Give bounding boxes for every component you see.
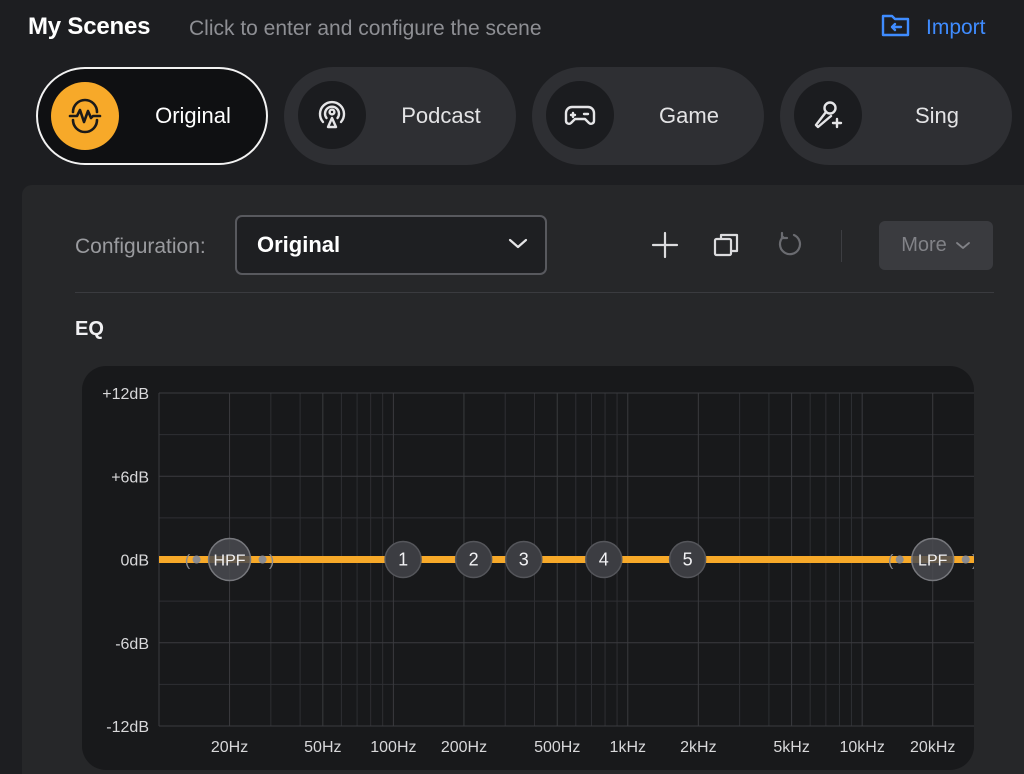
configuration-select[interactable]: Original <box>235 215 547 275</box>
eq-node-hpf[interactable]: () HPF <box>185 537 274 582</box>
import-label: Import <box>926 16 986 39</box>
app-window: My Scenes Click to enter and configure t… <box>0 0 1024 774</box>
eq-node-label: 5 <box>683 550 693 570</box>
scene-tab-label: Original <box>155 103 231 128</box>
eq-graph-canvas[interactable]: +12dB +6dB 0dB -6dB -12dB 20Hz 50Hz 100Hz 200Hz… <box>82 366 974 770</box>
eq-y-tick-label: +12dB <box>102 386 149 403</box>
eq-node-label: 2 <box>469 550 479 570</box>
toolbar-divider <box>841 230 842 262</box>
scene-tab-label: Podcast <box>401 103 481 128</box>
gamepad-icon <box>546 81 614 149</box>
eq-y-tick-label: +6dB <box>111 469 149 486</box>
scene-config-panel: Configuration: Original More EQ +12dB +6… <box>22 185 1024 774</box>
eq-node-bracket: ( <box>888 553 894 570</box>
podcast-icon <box>298 81 366 149</box>
more-button[interactable]: More <box>879 221 993 270</box>
copy-config-button[interactable] <box>709 228 743 262</box>
eq-x-tick-label: 100Hz <box>370 739 416 756</box>
header: My Scenes Click to enter and configure t… <box>0 0 1024 56</box>
eq-node-label: 3 <box>519 550 529 570</box>
chevron-down-icon <box>508 238 528 249</box>
scene-tab-label: Sing <box>914 103 960 128</box>
eq-node-label: LPF <box>918 553 948 570</box>
eq-node-handle[interactable] <box>895 555 904 564</box>
page-title: My Scenes <box>28 13 151 40</box>
eq-node-bracket: ) <box>269 553 274 570</box>
eq-x-tick-label: 20kHz <box>910 739 955 756</box>
eq-node-bracket: ) <box>972 553 974 570</box>
add-config-button[interactable] <box>648 228 682 262</box>
eq-x-tick-label: 10kHz <box>839 739 884 756</box>
microphone-sparkle-icon <box>794 81 862 149</box>
configuration-label: Configuration: <box>75 235 206 258</box>
eq-band-node-3[interactable]: 3 <box>505 540 543 579</box>
section-divider <box>75 292 994 293</box>
eq-y-tick-label: -6dB <box>115 636 149 653</box>
eq-x-tick-label: 1kHz <box>610 739 646 756</box>
reset-icon <box>778 231 802 256</box>
eq-x-tick-label: 20Hz <box>211 739 248 756</box>
scene-tab-label: Game <box>659 103 719 128</box>
eq-node-label: 1 <box>398 550 408 570</box>
eq-band-node-1[interactable]: 1 <box>384 540 422 579</box>
eq-node-handle[interactable] <box>961 555 970 564</box>
eq-band-node-2[interactable]: 2 <box>454 540 493 579</box>
eq-section-title: EQ <box>75 318 104 340</box>
reset-config-button[interactable] <box>772 228 806 262</box>
eq-x-tick-label: 500Hz <box>534 739 580 756</box>
more-label: More <box>901 234 947 256</box>
scene-tab-game[interactable]: Game <box>532 67 764 165</box>
eq-y-axis-labels: +12dB +6dB 0dB -6dB -12dB <box>102 386 149 736</box>
eq-y-tick-label: 0dB <box>121 553 149 570</box>
eq-x-tick-label: 200Hz <box>441 739 487 756</box>
eq-graph[interactable]: +12dB +6dB 0dB -6dB -12dB 20Hz 50Hz 100Hz 200Hz… <box>82 366 974 770</box>
copy-icon <box>713 233 739 257</box>
import-button[interactable]: Import <box>880 12 986 44</box>
configuration-value: Original <box>257 232 341 257</box>
scene-tab-podcast[interactable]: Podcast <box>284 67 516 165</box>
waveform-icon <box>51 82 119 150</box>
eq-node-handle[interactable] <box>258 555 267 564</box>
eq-x-tick-label: 2kHz <box>680 739 716 756</box>
eq-band-node-4[interactable]: 4 <box>585 540 623 579</box>
eq-y-tick-label: -12dB <box>106 719 149 736</box>
eq-x-tick-label: 50Hz <box>304 739 341 756</box>
eq-node-bracket: ( <box>185 553 191 570</box>
eq-node-handle[interactable] <box>192 555 201 564</box>
plus-icon <box>651 231 679 259</box>
eq-x-tick-label: 5kHz <box>773 739 809 756</box>
eq-node-label: HPF <box>214 553 246 570</box>
eq-x-axis-labels: 20Hz 50Hz 100Hz 200Hz 500Hz 1kHz 2kHz 5kHz 10kHz… <box>211 739 956 756</box>
chevron-down-icon <box>955 241 970 249</box>
folder-import-icon <box>880 11 912 45</box>
scene-tab-sing[interactable]: Sing <box>780 67 1012 165</box>
eq-band-node-5[interactable]: 5 <box>668 540 707 579</box>
scene-tab-original[interactable]: Original <box>36 67 268 165</box>
eq-node-label: 4 <box>599 550 609 570</box>
page-subtitle: Click to enter and configure the scene <box>189 17 542 40</box>
